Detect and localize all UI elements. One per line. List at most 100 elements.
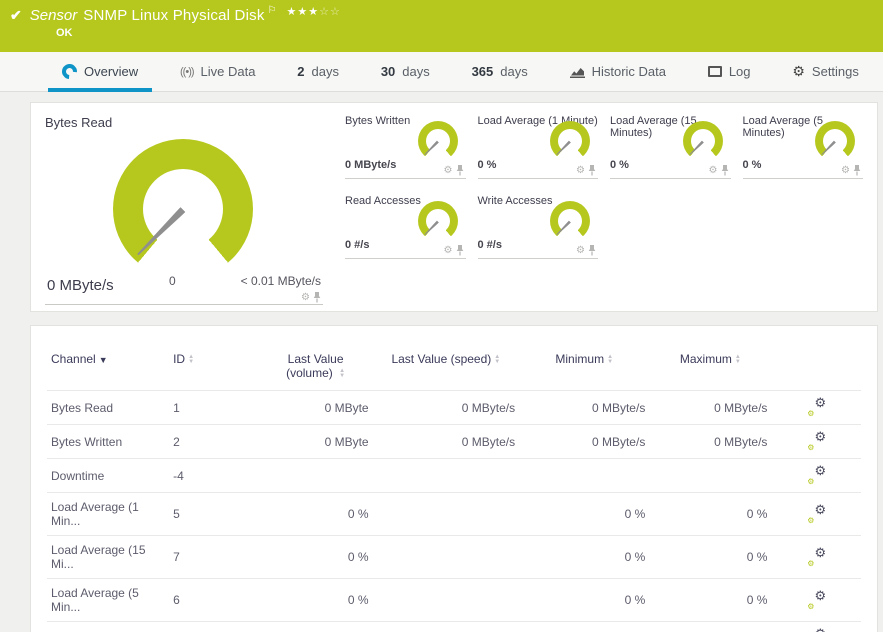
sort-icon: ▲ ▼ [607, 353, 614, 365]
mini-gauge-load-15min: Load Average (15 Minutes) 0 % ⚙ [610, 115, 731, 179]
table-row[interactable]: Bytes Written 2 0 MByte 0 MByte/s 0 MByt… [47, 424, 861, 459]
gauge-scale-max: < 0.01 MByte/s [240, 274, 321, 288]
channel-gear-icon[interactable]: ⚙ [576, 245, 585, 256]
stars-empty[interactable]: ☆☆ [319, 6, 341, 18]
mini-gauge-read-accesses: Read Accesses 0 #/s ⚙ [345, 195, 466, 259]
tab-2-days[interactable]: 2 days [283, 52, 353, 91]
stars-filled[interactable]: ★★★ [286, 6, 319, 18]
channel-gear-icon[interactable]: ⚙ [301, 292, 310, 303]
pin-icon[interactable] [456, 245, 464, 256]
column-header-channel[interactable]: Channel ▼ [47, 346, 169, 391]
chart-icon [569, 67, 585, 78]
channel-gear-icon[interactable]: ⚙ [709, 165, 718, 176]
window-icon [707, 66, 722, 77]
channel-settings-gears-icon[interactable]: ⚙⚙ [806, 395, 826, 418]
pin-icon[interactable] [853, 165, 861, 176]
mini-gauge-load-1min: Load Average (1 Minute) 0 % ⚙ [477, 115, 598, 179]
mini-gauge-value: 0 MByte/s [345, 159, 397, 171]
channel-gear-icon[interactable]: ⚙ [444, 245, 453, 256]
channel-settings-gears-icon[interactable]: ⚙⚙ [806, 545, 826, 568]
tab-log[interactable]: Log [694, 52, 765, 91]
mini-gauge-value: 0 % [477, 159, 497, 171]
pin-icon[interactable] [588, 245, 596, 256]
ok-check-icon: ✔ [10, 7, 22, 23]
pin-icon[interactable] [313, 292, 321, 303]
sensor-status-bar: ✔ Sensor SNMP Linux Physical Disk ⚐ ★★★☆… [0, 0, 883, 52]
sort-icon: ▲ ▼ [734, 353, 741, 365]
table-row[interactable]: Load Average (15 Mi... 7 0 % 0 % 0 % ⚙ ⚙ [47, 535, 861, 579]
channel-settings-gears-icon[interactable]: ⚙⚙ [806, 429, 826, 452]
cell-minimum [519, 459, 649, 493]
broadcast-icon: ((•)) [180, 65, 194, 78]
pin-icon[interactable] [456, 165, 464, 176]
tab-historic-data[interactable]: Historic Data [556, 52, 680, 91]
tab-2-days-number: 2 [297, 64, 305, 79]
channels-table-panel: Channel ▼ ID ▲ ▼ Last Value (volume) ▲ ▼ Las… [30, 325, 878, 632]
channel-settings-gears-icon[interactable]: ⚙⚙ [806, 463, 826, 486]
gauge-needle [821, 140, 837, 156]
channel-gear-icon[interactable]: ⚙ [444, 165, 453, 176]
cell-last-volume: 0 % [347, 550, 369, 564]
primary-gauge-value: 0 MByte/s [47, 277, 114, 294]
tab-365-days[interactable]: 365 days [458, 52, 542, 91]
mini-gauge [550, 121, 590, 161]
channel-settings-gears-icon[interactable]: ⚙⚙ [806, 502, 826, 525]
cell-channel: Bytes Written [51, 434, 123, 449]
cell-maximum: 0 % [746, 593, 768, 607]
sensor-type-label: Sensor [29, 7, 78, 24]
mini-gauge [417, 121, 458, 161]
cell-maximum: 0 % [746, 507, 768, 521]
tab-overview[interactable]: Overview [48, 52, 153, 92]
column-header-last-volume[interactable]: Last Value (volume) ▲ ▼ [259, 346, 373, 391]
tab-settings[interactable]: ⚙ Settings [778, 52, 873, 91]
mini-gauge [815, 121, 855, 161]
channel-gear-icon[interactable]: ⚙ [841, 165, 850, 176]
channel-settings-gears-icon[interactable]: ⚙⚙ [806, 588, 826, 611]
table-row[interactable]: Load Average (5 Min... 6 0 % 0 % 0 % ⚙ ⚙ [47, 578, 861, 622]
priority-stars[interactable]: ★★★☆☆ [286, 5, 340, 18]
cell-channel: Load Average (15 Mi... [51, 543, 146, 571]
mini-gauges-grid: Bytes Written 0 MByte/s ⚙ Load Average (… [345, 115, 863, 305]
primary-gauge [113, 139, 253, 279]
table-row[interactable]: Load Average (1 Min... 5 0 % 0 % 0 % ⚙ ⚙ [47, 492, 861, 536]
tab-settings-label: Settings [811, 64, 859, 79]
pin-icon[interactable] [588, 165, 596, 176]
table-row[interactable]: Bytes Read 1 0 MByte 0 MByte/s 0 MByte/s… [47, 390, 861, 425]
cell-maximum: 0 MByte/s [714, 400, 768, 415]
cell-last-volume [259, 459, 373, 493]
cell-last-speed [373, 536, 520, 579]
tab-log-label: Log [728, 64, 751, 79]
cell-minimum: 0 % [624, 507, 646, 521]
sensor-status-text: OK [56, 27, 73, 39]
column-header-minimum[interactable]: Minimum ▲ ▼ [519, 346, 649, 391]
cell-minimum: 0 % [624, 593, 646, 607]
tab-overview-label: Overview [84, 64, 139, 79]
cell-id: 3 [169, 622, 259, 632]
tab-live-data[interactable]: ((•)) Live Data [166, 52, 269, 91]
column-header-id[interactable]: ID ▲ ▼ [169, 346, 259, 391]
gauge-needle [556, 140, 572, 156]
tab-30-days[interactable]: 30 days [367, 52, 444, 91]
cell-channel: Bytes Read [51, 400, 114, 415]
cell-last-speed: 0 MByte/s [461, 400, 516, 415]
page-content: Bytes Read 0 MByte/s 0 < 0.01 MByte/s ⚙ … [0, 92, 883, 632]
pin-icon[interactable] [721, 165, 729, 176]
cell-last-speed: 0 #/s [373, 622, 520, 632]
cell-minimum: 0 % [624, 550, 646, 564]
sensor-title: SNMP Linux Physical Disk [83, 7, 265, 24]
gauge-needle [423, 140, 439, 156]
table-row[interactable]: Downtime -4 ⚙ ⚙ [47, 458, 861, 493]
channel-gear-icon[interactable]: ⚙ [576, 165, 585, 176]
table-row[interactable]: Read Accesses 3 0 # 0 #/s 0 #/s 0 #/s ⚙⚙ [47, 621, 861, 632]
cell-id: 1 [173, 400, 180, 415]
cell-id: 5 [173, 507, 180, 521]
tab-live-data-label: Live Data [200, 64, 256, 79]
gear-icon: ⚙ [792, 63, 805, 79]
priority-flag-icon[interactable]: ⚐ [268, 5, 277, 16]
cell-last-volume: 0 MByte [324, 434, 369, 449]
cell-channel: Downtime [51, 468, 105, 483]
cell-last-speed [373, 493, 520, 536]
column-header-last-speed[interactable]: Last Value (speed) ▲ ▼ [373, 346, 520, 391]
mini-gauge-value: 0 % [742, 159, 762, 171]
column-header-maximum[interactable]: Maximum ▲ ▼ [649, 346, 771, 391]
